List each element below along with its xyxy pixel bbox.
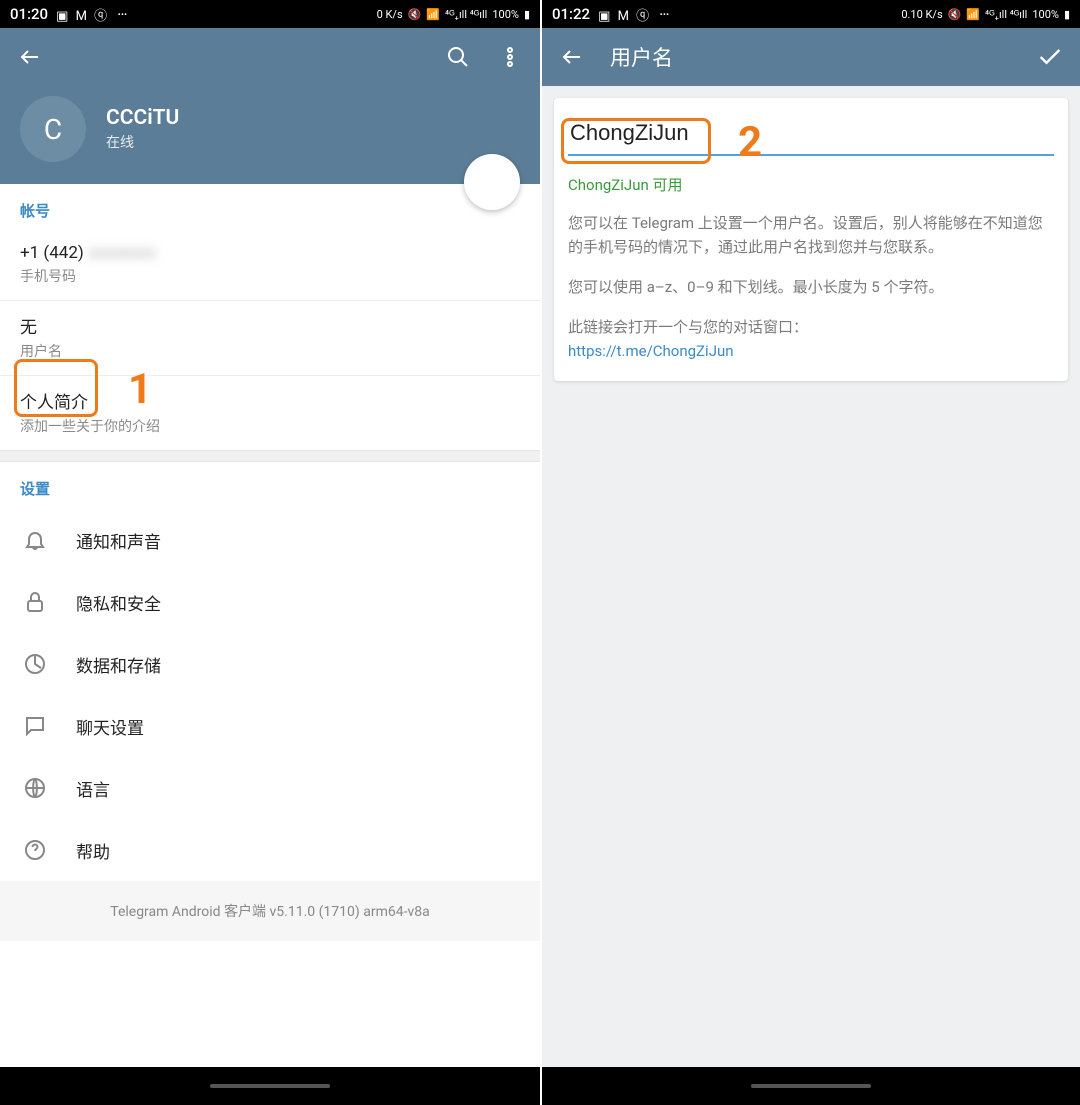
status-signal-icon: ⁴ᴳ₊ıll ⁴ᴳıll bbox=[445, 8, 487, 21]
profile-header: C CCCiTU 在线 bbox=[0, 86, 540, 184]
username-item[interactable]: 无 用户名 bbox=[0, 301, 540, 376]
status-notif-icons: ▣ M ⓠ bbox=[598, 5, 651, 24]
status-speed: 0.10 K/s bbox=[901, 8, 942, 21]
arrow-left-icon bbox=[560, 45, 584, 69]
data-icon bbox=[22, 651, 48, 677]
status-signal-icon: ⁴ᴳ₊ıll ⁴ᴳıll bbox=[985, 8, 1027, 21]
profile-status: 在线 bbox=[106, 132, 179, 152]
avatar[interactable]: C bbox=[20, 96, 86, 162]
bio-item[interactable]: 个人简介 添加一些关于你的介绍 bbox=[0, 376, 540, 450]
bio-label: 添加一些关于你的介绍 bbox=[20, 416, 520, 436]
settings-item-chat[interactable]: 聊天设置 bbox=[0, 695, 540, 757]
appbar: 用户名 bbox=[542, 28, 1080, 86]
status-battery: 100% bbox=[492, 8, 519, 21]
settings-section: 设置 通知和声音 隐私和安全 数据和存储 聊天设置 语言 帮助 bbox=[0, 462, 540, 881]
version-footer: Telegram Android 客户端 v5.11.0 (1710) arm6… bbox=[0, 881, 540, 941]
camera-fab[interactable] bbox=[464, 154, 520, 210]
more-button[interactable] bbox=[496, 43, 524, 71]
phone-value: +1 (442) bbox=[20, 243, 84, 263]
settings-item-help[interactable]: 帮助 bbox=[0, 819, 540, 881]
settings-item-language[interactable]: 语言 bbox=[0, 757, 540, 819]
profile-link[interactable]: https://t.me/ChongZiJun bbox=[568, 342, 734, 360]
username-card: ChongZiJun 可用 您可以在 Telegram 上设置一个用户名。设置后… bbox=[554, 98, 1068, 381]
nav-bar bbox=[0, 1067, 540, 1105]
status-more-icon: ··· bbox=[659, 5, 669, 24]
chat-icon bbox=[22, 713, 48, 739]
bell-icon bbox=[22, 527, 48, 553]
status-time: 01:22 bbox=[552, 5, 590, 23]
appbar bbox=[0, 28, 540, 86]
help-text-2: 您可以使用 a–z、0–9 和下划线。最小长度为 5 个字符。 bbox=[568, 275, 1054, 299]
settings-item-notifications[interactable]: 通知和声音 bbox=[0, 509, 540, 571]
status-battery-icon: ▮ bbox=[524, 8, 530, 21]
search-button[interactable] bbox=[444, 43, 472, 71]
account-section: 帐号 +1 (442) xxxxxxxx 手机号码 无 用户名 个人简介 添加一… bbox=[0, 184, 540, 450]
status-wifi-icon: 📶 bbox=[966, 8, 980, 21]
globe-icon bbox=[22, 775, 48, 801]
status-bar: 01:22 ▣ M ⓠ ··· 0.10 K/s 🔇 📶 ⁴ᴳ₊ıll ⁴ᴳıl… bbox=[542, 0, 1080, 28]
settings-item-privacy[interactable]: 隐私和安全 bbox=[0, 571, 540, 633]
confirm-button[interactable] bbox=[1036, 43, 1064, 71]
username-label: 用户名 bbox=[20, 341, 520, 361]
status-speed: 0 K/s bbox=[377, 8, 403, 21]
bio-value: 个人简介 bbox=[20, 388, 520, 413]
appbar-title: 用户名 bbox=[610, 42, 1012, 72]
username-edit-screen: 01:22 ▣ M ⓠ ··· 0.10 K/s 🔇 📶 ⁴ᴳ₊ıll ⁴ᴳıl… bbox=[540, 0, 1080, 1105]
phone-label: 手机号码 bbox=[20, 266, 520, 286]
nav-bar bbox=[542, 1067, 1080, 1105]
settings-item-data[interactable]: 数据和存储 bbox=[0, 633, 540, 695]
settings-title: 设置 bbox=[0, 462, 540, 509]
more-vert-icon bbox=[498, 45, 522, 69]
username-value: 无 bbox=[20, 313, 520, 338]
help-text-1: 您可以在 Telegram 上设置一个用户名。设置后，别人将能够在不知道您的手机… bbox=[568, 211, 1054, 259]
profile-name: CCCiTU bbox=[106, 106, 179, 130]
username-input[interactable] bbox=[568, 116, 1054, 156]
arrow-left-icon bbox=[18, 45, 42, 69]
back-button[interactable] bbox=[16, 43, 44, 71]
status-more-icon: ··· bbox=[117, 5, 127, 24]
help-icon bbox=[22, 837, 48, 863]
status-mute-icon: 🔇 bbox=[948, 8, 962, 21]
section-gap bbox=[0, 450, 540, 462]
status-bar: 01:20 ▣ M ⓠ ··· 0 K/s 🔇 📶 ⁴ᴳ₊ıll ⁴ᴳıll 1… bbox=[0, 0, 540, 28]
back-button[interactable] bbox=[558, 43, 586, 71]
check-icon bbox=[1036, 43, 1064, 71]
status-time: 01:20 bbox=[10, 5, 48, 23]
status-battery-icon: ▮ bbox=[1064, 8, 1070, 21]
lock-icon bbox=[22, 589, 48, 615]
help-text-3: 此链接会打开一个与您的对话窗口： https://t.me/ChongZiJun bbox=[568, 315, 1054, 363]
settings-screen: 01:20 ▣ M ⓠ ··· 0 K/s 🔇 📶 ⁴ᴳ₊ıll ⁴ᴳıll 1… bbox=[0, 0, 540, 1105]
camera-icon bbox=[480, 170, 504, 194]
phone-item[interactable]: +1 (442) xxxxxxxx 手机号码 bbox=[0, 231, 540, 301]
status-notif-icons: ▣ M ⓠ bbox=[56, 5, 109, 24]
status-battery: 100% bbox=[1032, 8, 1059, 21]
availability-text: ChongZiJun 可用 bbox=[568, 174, 1054, 195]
status-mute-icon: 🔇 bbox=[408, 8, 422, 21]
phone-hidden: xxxxxxxx bbox=[88, 243, 155, 263]
search-icon bbox=[446, 45, 470, 69]
status-wifi-icon: 📶 bbox=[426, 8, 440, 21]
account-title: 帐号 bbox=[0, 184, 540, 231]
